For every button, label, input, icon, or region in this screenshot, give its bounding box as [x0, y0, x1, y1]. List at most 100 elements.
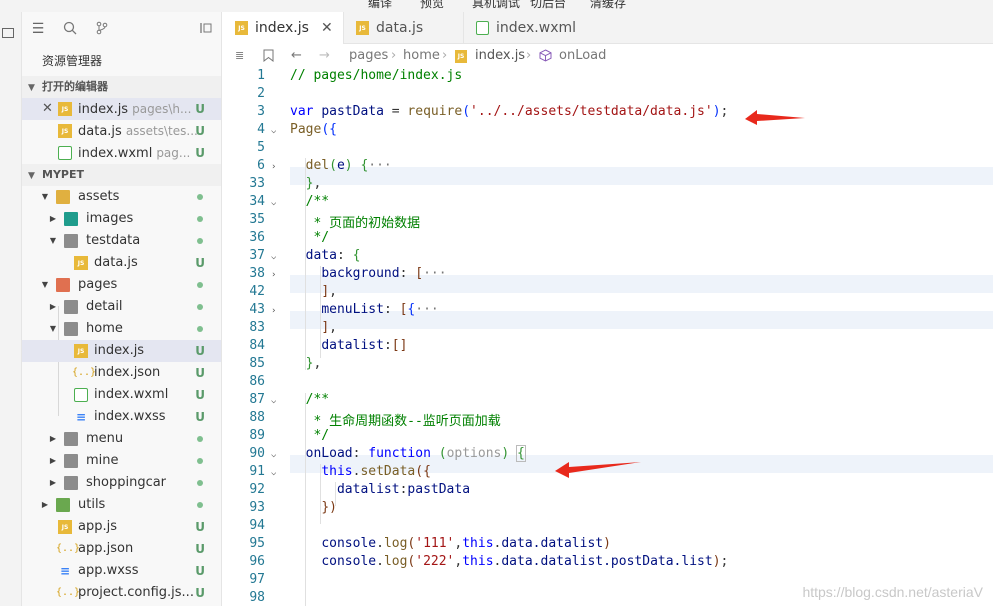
folder-icon	[64, 300, 78, 314]
tree-file-app-json[interactable]: {..} app.json U	[22, 538, 221, 560]
close-icon[interactable]: ✕	[321, 12, 333, 44]
code-line: del(e) {···	[305, 158, 392, 173]
open-editor-path: pages\h...	[132, 102, 192, 116]
tree-file-data-js[interactable]: JS data.js U	[22, 252, 221, 274]
chevron-down-icon[interactable]: ⌵	[271, 396, 276, 406]
tab-index-wxml[interactable]: index.wxml	[463, 12, 593, 44]
chevron-right-icon: ▶	[49, 302, 57, 311]
tab-label: index.wxml	[496, 20, 577, 36]
chevron-right-icon: ▶	[49, 456, 57, 465]
tree-file-app-wxss[interactable]: ≡ app.wxss U	[22, 560, 221, 582]
menu-clear-cache[interactable]: 清缓存	[590, 0, 626, 11]
code-line: this.setData({	[321, 464, 431, 479]
code-line: background: [···	[321, 266, 447, 281]
menu-compile[interactable]: 编译	[368, 0, 392, 11]
open-editor-item[interactable]: ✕ JS index.js pages\h... U	[22, 98, 221, 120]
js-file-icon: JS	[74, 344, 88, 358]
chevron-right-icon[interactable]: ›	[271, 270, 276, 280]
open-editors-header[interactable]: ▼ 打开的编辑器	[22, 76, 221, 98]
json-file-icon: {..}	[56, 587, 81, 598]
open-editors-label: 打开的编辑器	[42, 80, 108, 93]
tree-folder-mine[interactable]: ▶ mine	[22, 450, 221, 472]
code-line: datalist:pastData	[336, 482, 471, 497]
explorer-list-icon[interactable]: ☰	[30, 21, 46, 37]
tab-index-js[interactable]: JS index.js ✕	[223, 12, 343, 44]
code-line: */	[305, 428, 330, 443]
chevron-down-icon[interactable]: ⌵	[271, 468, 276, 478]
folder-icon	[56, 498, 70, 512]
tree-folder-menu[interactable]: ▶ menu	[22, 428, 221, 450]
menu-device-debug[interactable]: 真机调试	[472, 0, 520, 11]
tree-file-app-js[interactable]: JS app.js U	[22, 516, 221, 538]
js-file-icon: JS	[356, 21, 369, 35]
breadcrumb-item[interactable]: home	[403, 44, 440, 68]
chevron-down-icon: ▼	[28, 83, 35, 93]
project-label: MYPET	[42, 168, 84, 181]
chevron-down-icon[interactable]: ⌵	[271, 126, 276, 136]
close-icon[interactable]: ✕	[42, 98, 53, 120]
code-line: ],	[321, 320, 337, 335]
tree-folder-pages[interactable]: ▼ pages	[22, 274, 221, 296]
tree-folder-detail[interactable]: ▶ detail	[22, 296, 221, 318]
chevron-down-icon: ▼	[49, 236, 57, 245]
editor-tabs: JS index.js ✕ JS data.js index.wxml	[223, 12, 993, 44]
code-line: menuList: [{···	[321, 302, 439, 317]
js-file-icon: JS	[58, 520, 72, 534]
tree-folder-testdata[interactable]: ▼ testdata	[22, 230, 221, 252]
status-dot	[197, 282, 203, 288]
explorer-title: 资源管理器	[42, 54, 103, 68]
menu-preview[interactable]: 预览	[420, 0, 444, 11]
chevron-down-icon: ▼	[41, 192, 49, 201]
split-view-icon[interactable]	[198, 21, 214, 37]
tree-file-index-wxml[interactable]: index.wxml U	[22, 384, 221, 406]
wxss-file-icon: ≡	[59, 564, 71, 578]
forward-arrow-icon[interactable]: →	[319, 44, 330, 68]
chevron-right-icon[interactable]: ›	[271, 306, 276, 316]
tree-folder-shoppingcar[interactable]: ▶ shoppingcar	[22, 472, 221, 494]
tree-file-index-wxss[interactable]: ≡ index.wxss U	[22, 406, 221, 428]
source-control-icon[interactable]	[94, 21, 110, 37]
breadcrumb-item[interactable]: pages	[349, 44, 388, 68]
tree-folder-images[interactable]: ▶ images	[22, 208, 221, 230]
chevron-down-icon[interactable]: ⌵	[271, 198, 276, 208]
tree-folder-home[interactable]: ▼ home	[22, 318, 221, 340]
code-line: datalist:[]	[321, 338, 408, 353]
tree-file-project-config[interactable]: {..} project.config.js... U	[22, 582, 221, 604]
status-dot	[197, 238, 203, 244]
bookmark-icon[interactable]	[263, 44, 274, 71]
search-icon[interactable]	[62, 21, 78, 37]
menu-background[interactable]: 切后台	[530, 0, 566, 11]
code-line: })	[321, 500, 337, 515]
tree-file-index-js[interactable]: JS index.js U	[22, 340, 221, 362]
open-editor-item[interactable]: JS data.js assets\tes... U	[22, 120, 221, 142]
outline-icon[interactable]: ≣	[235, 44, 244, 68]
wxss-file-icon: ≡	[75, 410, 87, 424]
chevron-down-icon: ▼	[49, 324, 57, 333]
chevron-down-icon[interactable]: ⌵	[271, 252, 276, 262]
breadcrumb: ≣ ← → pages › home › JS index.js › onLoa…	[223, 44, 993, 68]
tree-folder-assets[interactable]: ▼ assets	[22, 186, 221, 208]
chevron-right-icon: ▶	[49, 478, 57, 487]
project-header[interactable]: ▼ MYPET	[22, 164, 221, 186]
breadcrumb-item[interactable]: onLoad	[559, 44, 606, 68]
status-dot	[197, 216, 203, 222]
code-line: data: {	[305, 248, 361, 263]
back-arrow-icon[interactable]: ←	[291, 44, 302, 68]
chevron-right-icon: ›	[391, 48, 397, 63]
tree-folder-utils[interactable]: ▶ utils	[22, 494, 221, 516]
tree-file-index-json[interactable]: {..} index.json U	[22, 362, 221, 384]
simulator-icon[interactable]	[2, 28, 14, 38]
open-editor-item[interactable]: index.wxml pag... U	[22, 142, 221, 164]
chevron-right-icon[interactable]: ›	[271, 162, 276, 172]
status-badge: U	[195, 520, 205, 534]
chevron-down-icon[interactable]: ⌵	[271, 450, 276, 460]
status-badge: U	[195, 388, 205, 402]
method-icon	[539, 44, 552, 71]
status-dot	[197, 502, 203, 508]
code-area[interactable]: 1 2 3 4 5 6 33 34 35 36 37 38 42 43 83 8…	[223, 68, 993, 606]
folder-icon	[64, 476, 78, 490]
breadcrumb-item[interactable]: index.js	[475, 44, 525, 68]
tab-data-js[interactable]: JS data.js	[343, 12, 463, 44]
open-editor-path: pag...	[156, 146, 191, 160]
status-dot	[197, 326, 203, 332]
